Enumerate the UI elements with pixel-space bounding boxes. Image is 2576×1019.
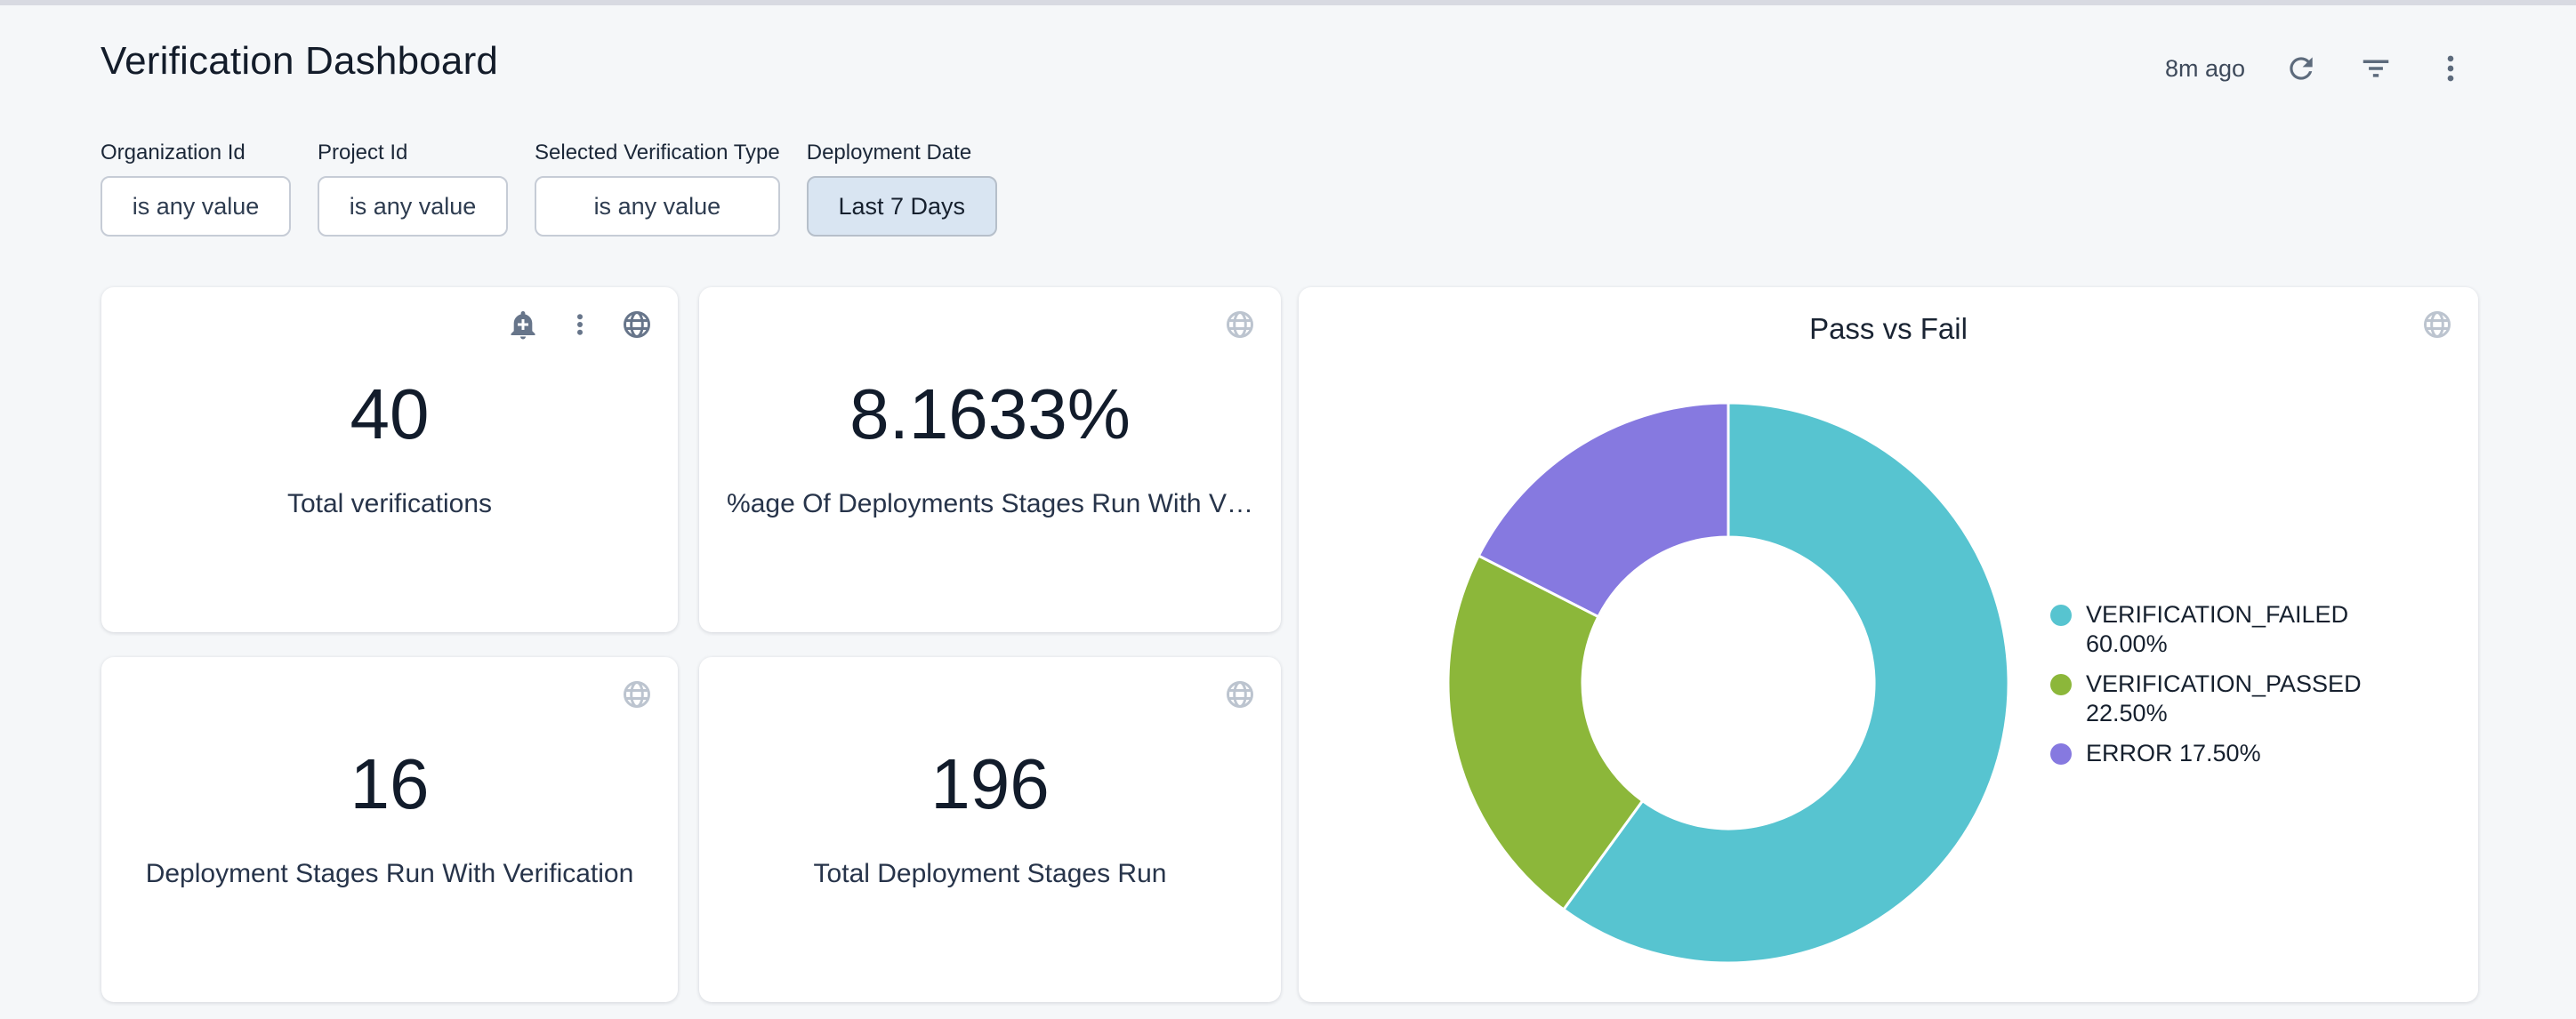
- legend-item[interactable]: VERIFICATION_FAILED 60.00%: [2050, 600, 2433, 659]
- refresh-button[interactable]: [2282, 50, 2320, 87]
- legend-label: ERROR 17.50%: [2086, 739, 2411, 768]
- donut-chart: [1444, 398, 2013, 967]
- legend-item[interactable]: ERROR 17.50%: [2050, 739, 2433, 768]
- tile-value: 40: [350, 379, 430, 450]
- legend-label: VERIFICATION_PASSED 22.50%: [2086, 670, 2411, 728]
- filter-organization-id: Organization Id is any value: [101, 140, 291, 237]
- legend-item[interactable]: VERIFICATION_PASSED 22.50%: [2050, 670, 2433, 728]
- filter-label: Project Id: [318, 140, 508, 165]
- dashboard-menu-button[interactable]: [2432, 50, 2469, 87]
- filter-icon: [2359, 52, 2393, 85]
- globe-icon: [2421, 309, 2453, 341]
- tile-value: 16: [350, 749, 430, 820]
- chart-title: Pass vs Fail: [1299, 312, 2478, 346]
- legend-dot: [2050, 605, 2072, 626]
- tile-content: 196 Total Deployment Stages Run: [699, 646, 1281, 991]
- tile-percent-stages-with-verification: 8.1633% %age Of Deployments Stages Run W…: [699, 287, 1281, 632]
- header-controls: 8m ago: [2165, 50, 2469, 87]
- filter-project-id-button[interactable]: is any value: [318, 176, 508, 237]
- dashboard-filter-button[interactable]: [2357, 50, 2395, 87]
- filter-deployment-date-button[interactable]: Last 7 Days: [807, 176, 997, 237]
- filter-project-id: Project Id is any value: [318, 140, 508, 237]
- top-border: [0, 0, 2576, 5]
- tile-value: 196: [930, 749, 1049, 820]
- legend-dot: [2050, 674, 2072, 695]
- tile-globe-button[interactable]: [2419, 307, 2455, 342]
- legend-dot: [2050, 743, 2072, 765]
- filter-label: Selected Verification Type: [535, 140, 780, 165]
- filter-verification-type-button[interactable]: is any value: [535, 176, 780, 237]
- pass-vs-fail-panel: Pass vs Fail VERIFICATION_FAILED 60.00%V…: [1299, 287, 2478, 1002]
- tile-content: 16 Deployment Stages Run With Verificati…: [101, 646, 678, 991]
- filter-label: Deployment Date: [807, 140, 997, 165]
- tile-content: 8.1633% %age Of Deployments Stages Run W…: [699, 277, 1281, 622]
- filter-label: Organization Id: [101, 140, 291, 165]
- filter-organization-id-button[interactable]: is any value: [101, 176, 291, 237]
- tile-label: Deployment Stages Run With Verification: [146, 859, 634, 889]
- filter-bar: Organization Id is any value Project Id …: [101, 140, 997, 237]
- tile-label: Total verifications: [287, 489, 492, 519]
- tile-label: %age Of Deployments Stages Run With V…: [727, 489, 1253, 519]
- tile-content: 40 Total verifications: [101, 277, 678, 622]
- filter-deployment-date: Deployment Date Last 7 Days: [807, 140, 997, 237]
- tile-stages-run-with-verification: 16 Deployment Stages Run With Verificati…: [101, 657, 678, 1002]
- page-title: Verification Dashboard: [101, 39, 498, 84]
- chart-legend: VERIFICATION_FAILED 60.00% VERIFICATION_P…: [2050, 600, 2433, 779]
- tile-total-verifications: 40 Total verifications: [101, 287, 678, 632]
- tile-label: Total Deployment Stages Run: [814, 859, 1167, 889]
- filter-verification-type: Selected Verification Type is any value: [535, 140, 780, 237]
- refresh-icon: [2284, 52, 2318, 85]
- kebab-menu-icon: [2434, 52, 2467, 85]
- tile-total-deployment-stages-run: 196 Total Deployment Stages Run: [699, 657, 1281, 1002]
- legend-label: VERIFICATION_FAILED 60.00%: [2086, 600, 2411, 659]
- tile-value: 8.1633%: [849, 379, 1131, 450]
- last-refresh-timestamp: 8m ago: [2165, 55, 2245, 83]
